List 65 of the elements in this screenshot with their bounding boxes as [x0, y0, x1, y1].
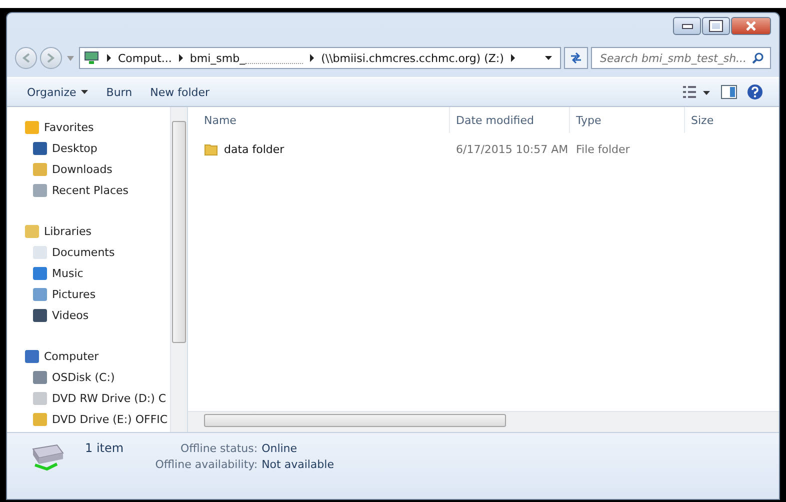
sidebar-item-icon [33, 392, 47, 405]
address-bar[interactable]: Comput... bmi_smb_ (\\bmiisi.chmcres.cchmc.org) (Z:) [79, 47, 561, 69]
close-button[interactable] [731, 17, 771, 35]
maximize-button[interactable] [702, 17, 730, 35]
search-field[interactable]: Search bmi_smb_test_sh... [591, 47, 771, 69]
breadcrumb-segment[interactable]: Comput... [118, 52, 172, 64]
sidebar-item-icon [33, 309, 47, 322]
sidebar-item[interactable]: Computer [7, 346, 170, 367]
minimize-button[interactable] [673, 17, 701, 35]
preview-pane-icon[interactable] [721, 85, 737, 99]
table-cell-text: 6/17/2015 10:57 AM [455, 142, 570, 156]
chevron-icon[interactable] [309, 54, 316, 62]
sidebar-item[interactable]: Libraries [7, 221, 170, 242]
toolbar-button[interactable]: Organize [23, 82, 92, 102]
search-icon [752, 52, 764, 64]
column-header[interactable]: Type [570, 107, 685, 133]
table-cell-text: File folder [575, 142, 631, 156]
view-options-icon[interactable] [683, 85, 711, 99]
sidebar-item[interactable]: Videos [7, 305, 170, 326]
breadcrumb-segment[interactable]: bmi_smb_ [190, 52, 246, 64]
file-row[interactable]: data folder 6/17/2015 10:57 AM File folder [188, 137, 779, 161]
refresh-icon [569, 52, 583, 64]
horizontal-scrollbar[interactable] [188, 411, 779, 432]
column-header[interactable]: Size [685, 107, 779, 133]
sidebar-item-icon [33, 246, 47, 259]
item-count: 1 item [85, 441, 124, 455]
status-value: Not available [262, 458, 334, 471]
column-header[interactable]: Date modified [450, 107, 570, 133]
sidebar-item-icon [33, 267, 47, 280]
sidebar-item-icon [33, 413, 47, 426]
file-name: data folder [224, 142, 284, 156]
sidebar-item[interactable]: DVD Drive (E:) OFFIC [7, 409, 170, 430]
sidebar-item-icon [33, 163, 47, 176]
sidebar-item[interactable]: Favorites [7, 117, 170, 138]
sidebar-item[interactable]: DVD RW Drive (D:) C [7, 388, 170, 409]
sidebar-item[interactable]: Recent Places [7, 180, 170, 201]
sidebar-item[interactable]: Pictures [7, 284, 170, 305]
folder-icon [204, 142, 218, 156]
status-value: Online [262, 442, 298, 455]
status-label: Offline availability: [154, 458, 258, 471]
sidebar-item-icon [33, 371, 47, 384]
refresh-button[interactable] [564, 47, 588, 69]
sidebar-item[interactable]: Music [7, 263, 170, 284]
sidebar-item-icon [33, 142, 47, 155]
help-icon[interactable] [747, 84, 763, 100]
toolbar-button[interactable]: Burn [102, 82, 136, 102]
close-icon [745, 21, 757, 31]
chevron-icon[interactable] [106, 54, 112, 62]
status-label: Offline status: [179, 442, 258, 455]
breadcrumb-segment[interactable]: (\\bmiisi.chmcres.cchmc.org) (Z:) [321, 52, 504, 64]
sidebar-item[interactable]: Downloads [7, 159, 170, 180]
sidebar-item-icon [33, 184, 47, 197]
toolbar-button[interactable]: New folder [146, 82, 214, 102]
chevron-icon[interactable] [510, 54, 516, 62]
dropdown-caret-icon[interactable] [545, 56, 552, 60]
sidebar-item[interactable]: OSDisk (C:) [7, 367, 170, 388]
vertical-scrollbar[interactable] [170, 107, 187, 432]
chevron-icon[interactable] [178, 54, 184, 62]
sidebar-item-icon [25, 225, 39, 238]
sidebar-item[interactable]: Desktop [7, 138, 170, 159]
sidebar-item[interactable]: Documents [7, 242, 170, 263]
sidebar-item-icon [25, 350, 39, 363]
column-header[interactable]: Name [188, 107, 450, 133]
sidebar-item-icon [33, 288, 47, 301]
sidebar-item-icon [25, 121, 39, 134]
